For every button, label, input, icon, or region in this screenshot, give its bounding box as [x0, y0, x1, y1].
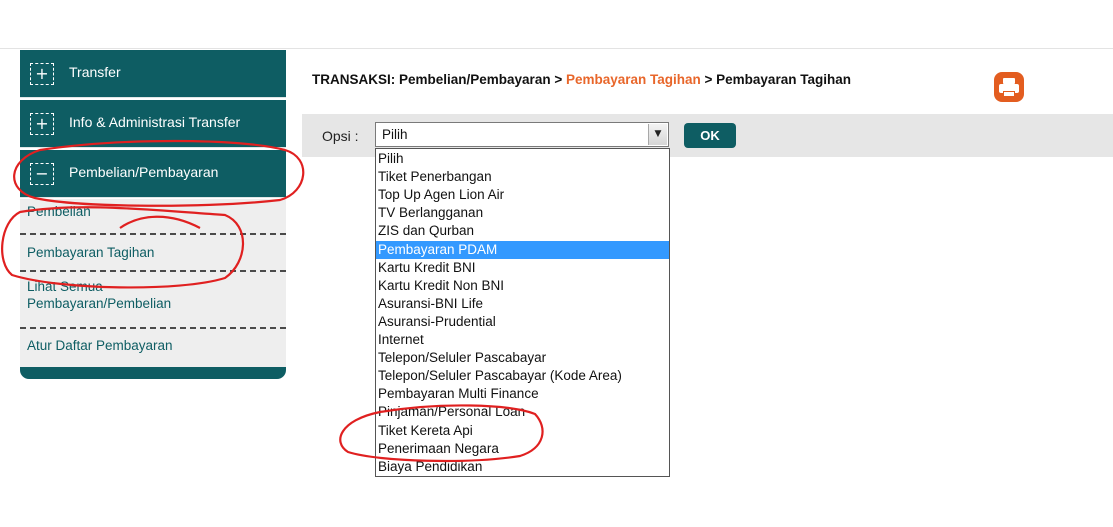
sidebar-menu-label: Transfer [69, 64, 121, 80]
dropdown-option[interactable]: Telepon/Seluler Pascabayar (Kode Area) [376, 367, 669, 385]
option-dropdown-list: Pilih Tiket Penerbangan Top Up Agen Lion A… [375, 148, 670, 477]
dropdown-option[interactable]: Kartu Kredit Non BNI [376, 277, 669, 295]
dropdown-option[interactable]: Kartu Kredit BNI [376, 259, 669, 277]
dropdown-option[interactable]: Pembayaran PDAM [376, 240, 669, 259]
dropdown-arrow-icon[interactable]: ▼ [648, 124, 667, 145]
sidebar-footer [20, 367, 286, 379]
dropdown-option[interactable]: Tiket Penerbangan [376, 168, 669, 186]
dropdown-option[interactable]: Tiket Kereta Api [376, 422, 669, 440]
sidebar-menu-transfer[interactable]: + Transfer [20, 50, 286, 98]
sidebar-item-label: Pembayaran Tagihan [27, 245, 155, 260]
dropdown-option[interactable]: Biaya Pendidikan [376, 458, 669, 476]
breadcrumb-prefix: TRANSAKSI: Pembelian/Pembayaran > [312, 72, 566, 87]
sidebar-menu-label: Pembelian/Pembayaran [69, 164, 219, 180]
printer-icon[interactable] [994, 72, 1024, 102]
dropdown-option[interactable]: Asuransi-BNI Life [376, 295, 669, 313]
expand-plus-icon[interactable]: + [30, 113, 54, 135]
sidebar-item-pembelian[interactable]: Pembelian [20, 199, 286, 235]
dropdown-option[interactable]: Top Up Agen Lion Air [376, 186, 669, 204]
sidebar-menu-label: Info & Administrasi Transfer [69, 114, 241, 130]
sidebar-menu-info-administrasi-transfer[interactable]: + Info & Administrasi Transfer [20, 100, 286, 148]
expand-plus-icon[interactable]: + [30, 63, 54, 85]
option-select[interactable]: Pilih ▼ [375, 122, 669, 147]
breadcrumb-suffix: > Pembayaran Tagihan [700, 72, 851, 87]
sidebar-item-label: Atur Daftar Pembayaran [27, 338, 173, 353]
sidebar-item-label: Pembelian [27, 204, 91, 219]
collapse-minus-icon[interactable]: − [30, 163, 54, 185]
sidebar-item-label-line1: Lihat Semua [27, 279, 103, 294]
dropdown-option[interactable]: TV Berlangganan [376, 204, 669, 222]
option-select-value: Pilih [382, 127, 408, 142]
breadcrumb: TRANSAKSI: Pembelian/Pembayaran > Pembay… [312, 72, 851, 87]
top-divider [0, 48, 1113, 49]
dropdown-option[interactable]: Asuransi-Prudential [376, 313, 669, 331]
dropdown-option[interactable]: Telepon/Seluler Pascabayar [376, 349, 669, 367]
sidebar-item-pembayaran-tagihan[interactable]: Pembayaran Tagihan [20, 235, 286, 272]
breadcrumb-active[interactable]: Pembayaran Tagihan [566, 72, 701, 87]
dropdown-option[interactable]: ZIS dan Qurban [376, 222, 669, 240]
sidebar-submenu: Pembelian Pembayaran Tagihan Lihat Semua… [20, 199, 286, 367]
option-label: Opsi : [322, 128, 359, 144]
sidebar-item-atur-daftar-pembayaran[interactable]: Atur Daftar Pembayaran [20, 329, 286, 367]
dropdown-option[interactable]: Internet [376, 331, 669, 349]
sidebar-item-lihat-semua[interactable]: Lihat Semua Pembayaran/Pembelian [20, 272, 286, 329]
dropdown-option[interactable]: Pinjaman/Personal Loan [376, 403, 669, 421]
ok-button[interactable]: OK [684, 123, 736, 148]
sidebar-item-label-line2: Pembayaran/Pembelian [27, 296, 172, 311]
dropdown-option[interactable]: Pilih [376, 150, 669, 168]
dropdown-option[interactable]: Penerimaan Negara [376, 440, 669, 458]
dropdown-option[interactable]: Pembayaran Multi Finance [376, 385, 669, 403]
printer-output-shape [1003, 91, 1015, 97]
sidebar-menu-pembelian-pembayaran[interactable]: − Pembelian/Pembayaran [20, 150, 286, 198]
